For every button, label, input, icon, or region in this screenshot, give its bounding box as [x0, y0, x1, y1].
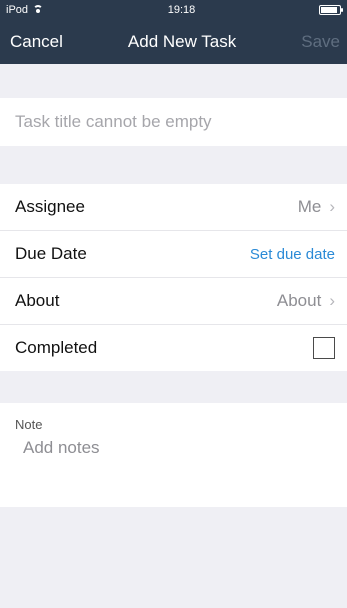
note-placeholder: Add notes — [23, 438, 100, 457]
battery-icon — [319, 5, 343, 15]
status-left: iPod — [6, 4, 44, 16]
device-name: iPod — [6, 4, 29, 16]
add-task-screen: iPod 19:18 Cancel Add New Task Save Task… — [0, 0, 347, 608]
note-label: Note — [15, 417, 43, 432]
chevron-right-icon: › — [329, 291, 335, 310]
navigation-bar: Cancel Add New Task Save — [0, 20, 347, 64]
completed-label: Completed — [15, 338, 98, 357]
status-bar: iPod 19:18 — [0, 0, 347, 20]
task-title-placeholder: Task title cannot be empty — [15, 112, 212, 131]
due-date-label: Due Date — [15, 244, 87, 263]
cancel-button[interactable]: Cancel — [10, 32, 63, 52]
due-date-row[interactable]: Due Date Set due date — [0, 231, 347, 278]
about-value: About › — [277, 291, 335, 311]
section-gap — [0, 371, 347, 403]
about-row[interactable]: About About › — [0, 278, 347, 325]
task-fields: Assignee Me › Due Date Set due date Abou… — [0, 184, 347, 371]
page-title: Add New Task — [127, 32, 237, 51]
section-gap — [0, 146, 347, 184]
chevron-right-icon: › — [329, 197, 335, 216]
completed-row: Completed — [0, 325, 347, 371]
header: iPod 19:18 Cancel Add New Task Save — [0, 0, 347, 64]
task-title-input[interactable]: Task title cannot be empty — [0, 98, 347, 146]
wifi-icon — [32, 5, 44, 15]
note-section[interactable]: Note Add notes — [0, 403, 347, 507]
status-time: 19:18 — [167, 4, 196, 16]
assignee-value-text: Me — [297, 197, 322, 216]
assignee-row[interactable]: Assignee Me › — [0, 184, 347, 231]
section-gap — [0, 64, 347, 98]
set-due-date-link[interactable]: Set due date — [250, 246, 335, 263]
assignee-value: Me › — [298, 197, 335, 217]
about-label: About — [15, 291, 60, 310]
completed-checkbox[interactable] — [313, 337, 335, 359]
about-value-text: About — [276, 291, 322, 310]
save-button[interactable]: Save — [301, 32, 340, 52]
assignee-label: Assignee — [15, 197, 85, 216]
